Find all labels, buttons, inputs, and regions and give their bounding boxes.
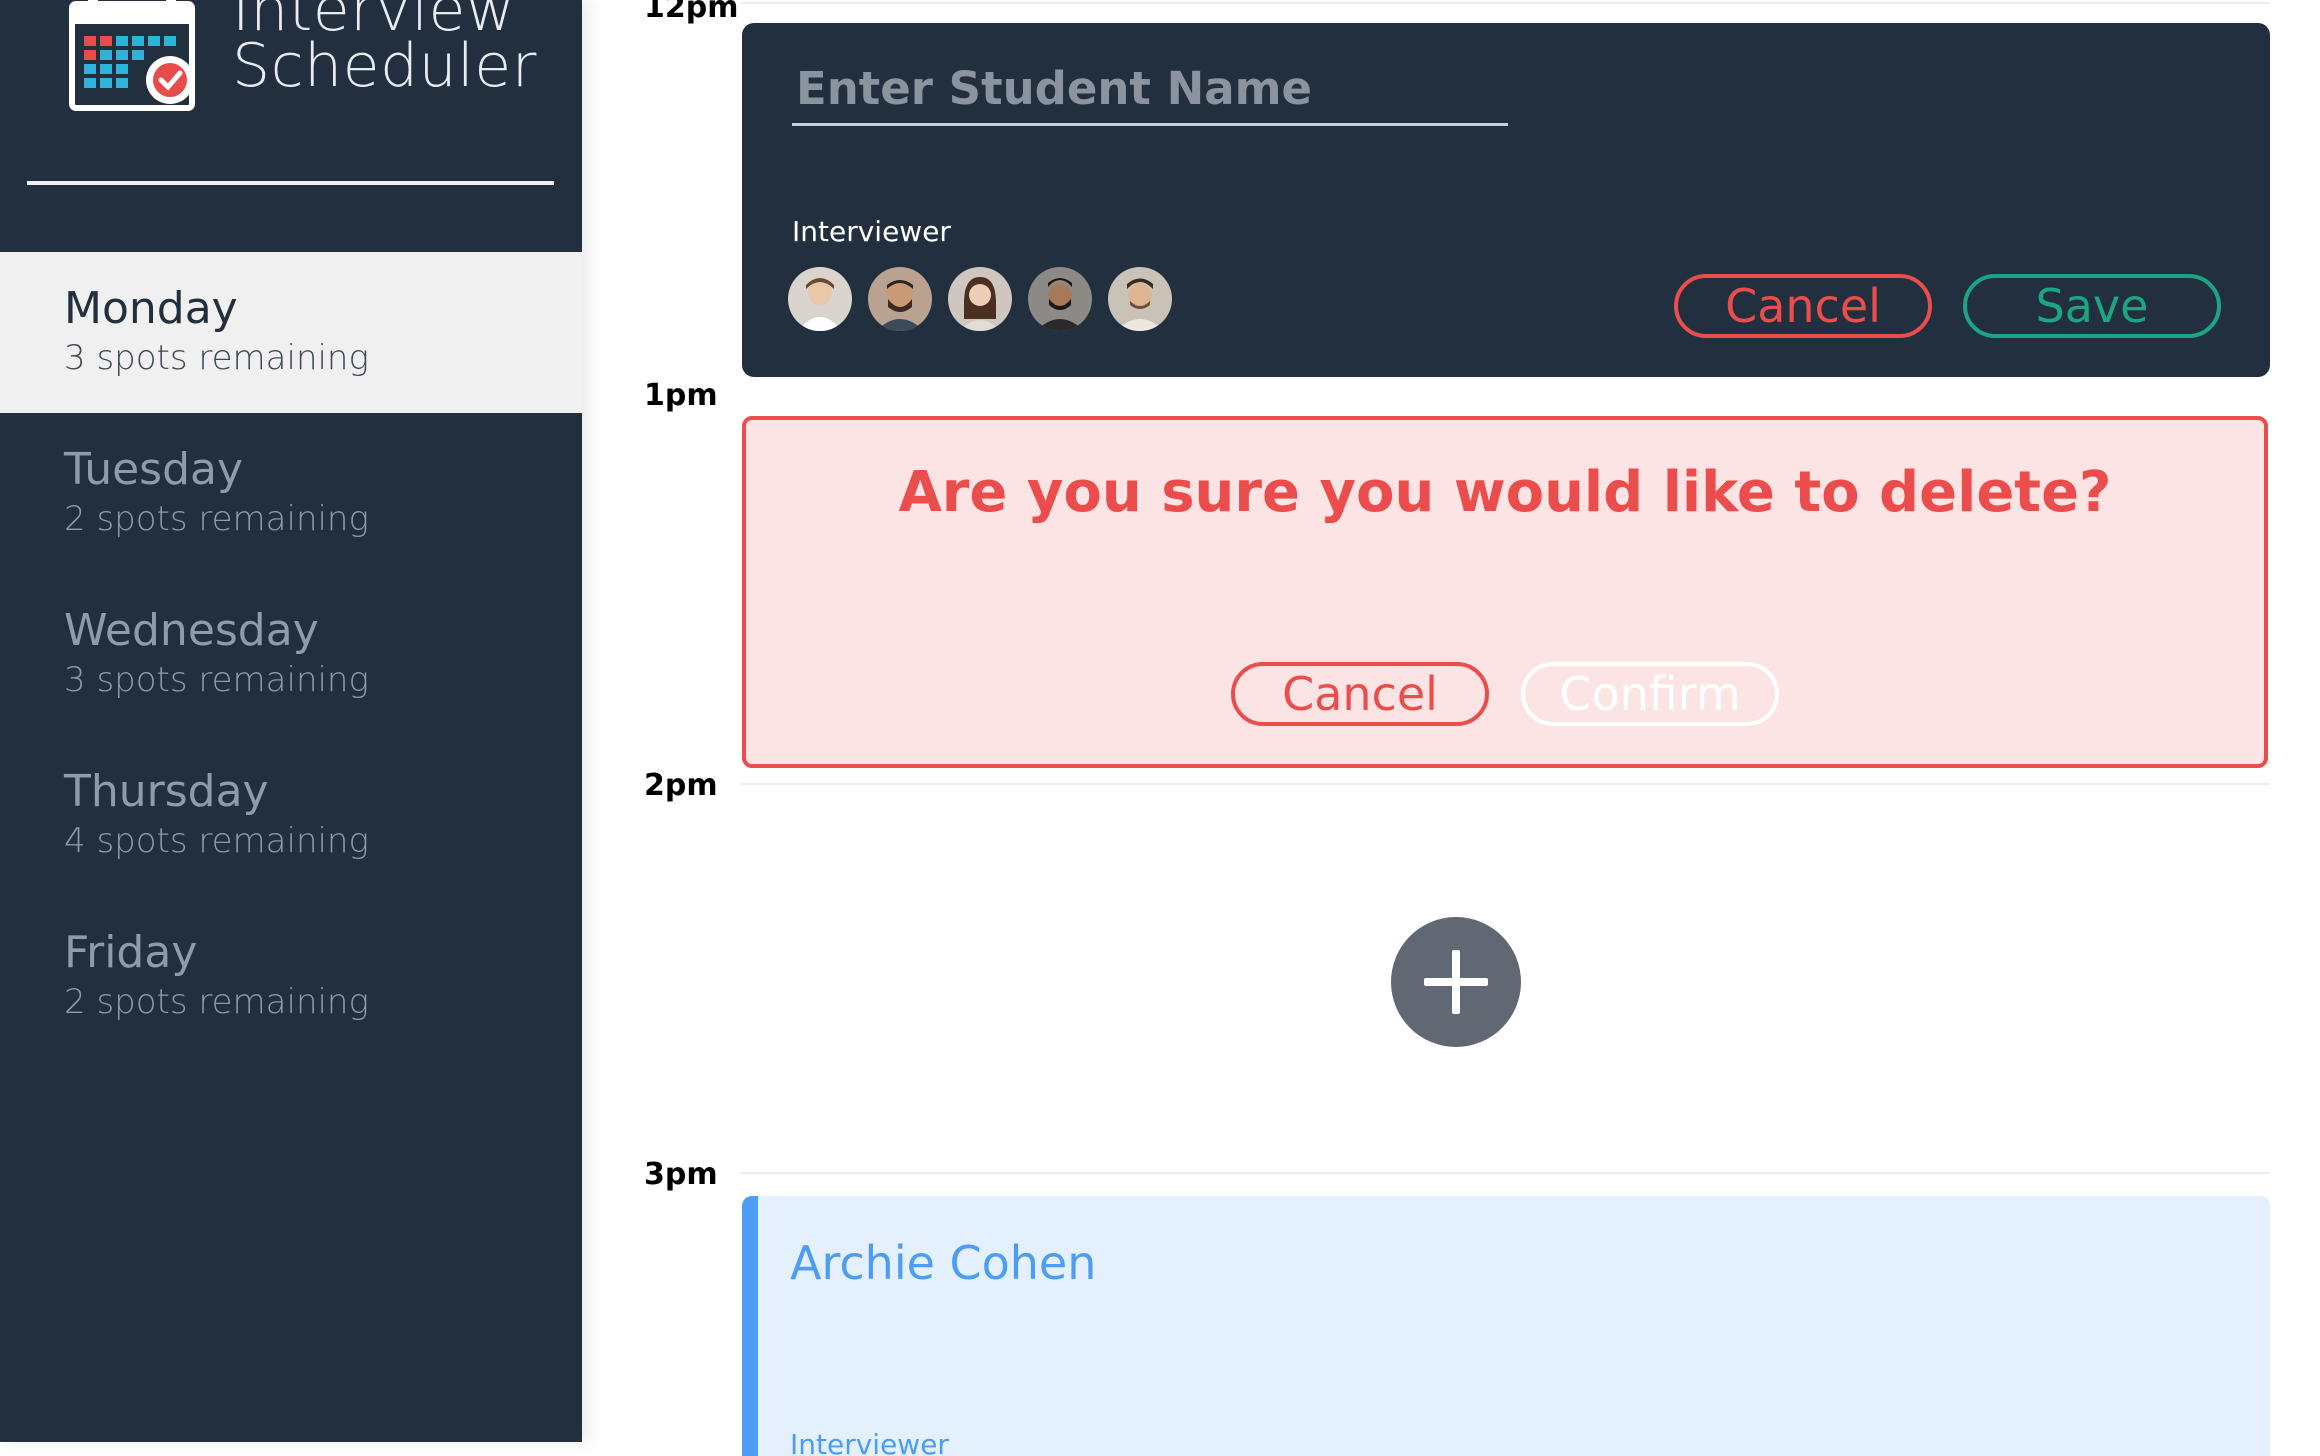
avatar-5-icon xyxy=(1108,267,1172,331)
avatar-1-icon xyxy=(788,267,852,331)
student-name-input[interactable] xyxy=(792,63,1508,126)
app-title: Interview Scheduler xyxy=(232,0,537,101)
confirm-delete-button[interactable]: Confirm xyxy=(1521,662,1779,726)
appointment-form: Interviewer xyxy=(742,23,2270,377)
day-name: Thursday xyxy=(64,766,269,817)
sidebar: Interview Scheduler Monday 3 spots remai… xyxy=(0,0,582,1442)
interviewer-avatar-5[interactable] xyxy=(1108,267,1172,331)
confirm-message: Are you sure you would like to delete? xyxy=(898,460,2112,525)
day-name: Monday xyxy=(64,283,238,334)
form-cancel-button[interactable]: Cancel xyxy=(1674,274,1932,338)
avatar-4-icon xyxy=(1028,267,1092,331)
day-name: Tuesday xyxy=(64,444,244,495)
interviewer-label: Interviewer xyxy=(792,215,951,248)
time-label-1pm: 1pm xyxy=(644,378,718,413)
day-item-tuesday[interactable]: Tuesday 2 spots remaining xyxy=(0,413,582,574)
day-spots: 2 spots remaining xyxy=(64,499,369,539)
time-separator xyxy=(740,1172,2270,1174)
add-appointment-button[interactable] xyxy=(1391,917,1521,1047)
appointment-card[interactable]: Archie Cohen Interviewer xyxy=(742,1196,2270,1456)
day-list: Monday 3 spots remaining Tuesday 2 spots… xyxy=(0,252,582,1057)
delete-confirmation: Are you sure you would like to delete? C… xyxy=(742,416,2268,768)
save-button[interactable]: Save xyxy=(1963,274,2221,338)
day-item-friday[interactable]: Friday 2 spots remaining xyxy=(0,896,582,1057)
confirm-cancel-button[interactable]: Cancel xyxy=(1231,662,1489,726)
avatar-2-icon xyxy=(868,267,932,331)
appointment-student-name: Archie Cohen xyxy=(790,1236,1097,1290)
interviewer-avatar-1[interactable] xyxy=(788,267,852,331)
time-label-3pm: 3pm xyxy=(644,1157,718,1192)
calendar-logo-icon xyxy=(69,0,195,111)
time-label-2pm: 2pm xyxy=(644,768,718,803)
day-item-wednesday[interactable]: Wednesday 3 spots remaining xyxy=(0,574,582,735)
sidebar-divider xyxy=(27,181,554,185)
avatar-3-icon xyxy=(948,267,1012,331)
day-item-thursday[interactable]: Thursday 4 spots remaining xyxy=(0,735,582,896)
day-item-monday[interactable]: Monday 3 spots remaining xyxy=(0,252,582,413)
interviewer-avatar-3[interactable] xyxy=(948,267,1012,331)
time-label-12pm: 12pm xyxy=(644,0,739,25)
interviewer-avatar-4[interactable] xyxy=(1028,267,1092,331)
interviewer-avatar-2[interactable] xyxy=(868,267,932,331)
day-name: Wednesday xyxy=(64,605,319,656)
day-name: Friday xyxy=(64,927,198,978)
day-spots: 2 spots remaining xyxy=(64,982,369,1022)
time-separator xyxy=(740,783,2270,785)
app-logo: Interview Scheduler xyxy=(66,0,536,130)
appointment-accent-bar xyxy=(742,1196,758,1456)
app-title-line2: Scheduler xyxy=(232,31,537,101)
appointment-interviewer-label: Interviewer xyxy=(790,1428,949,1456)
time-separator xyxy=(740,2,2270,4)
day-spots: 3 spots remaining xyxy=(64,660,369,700)
day-spots: 4 spots remaining xyxy=(64,821,369,861)
day-spots: 3 spots remaining xyxy=(64,338,369,378)
